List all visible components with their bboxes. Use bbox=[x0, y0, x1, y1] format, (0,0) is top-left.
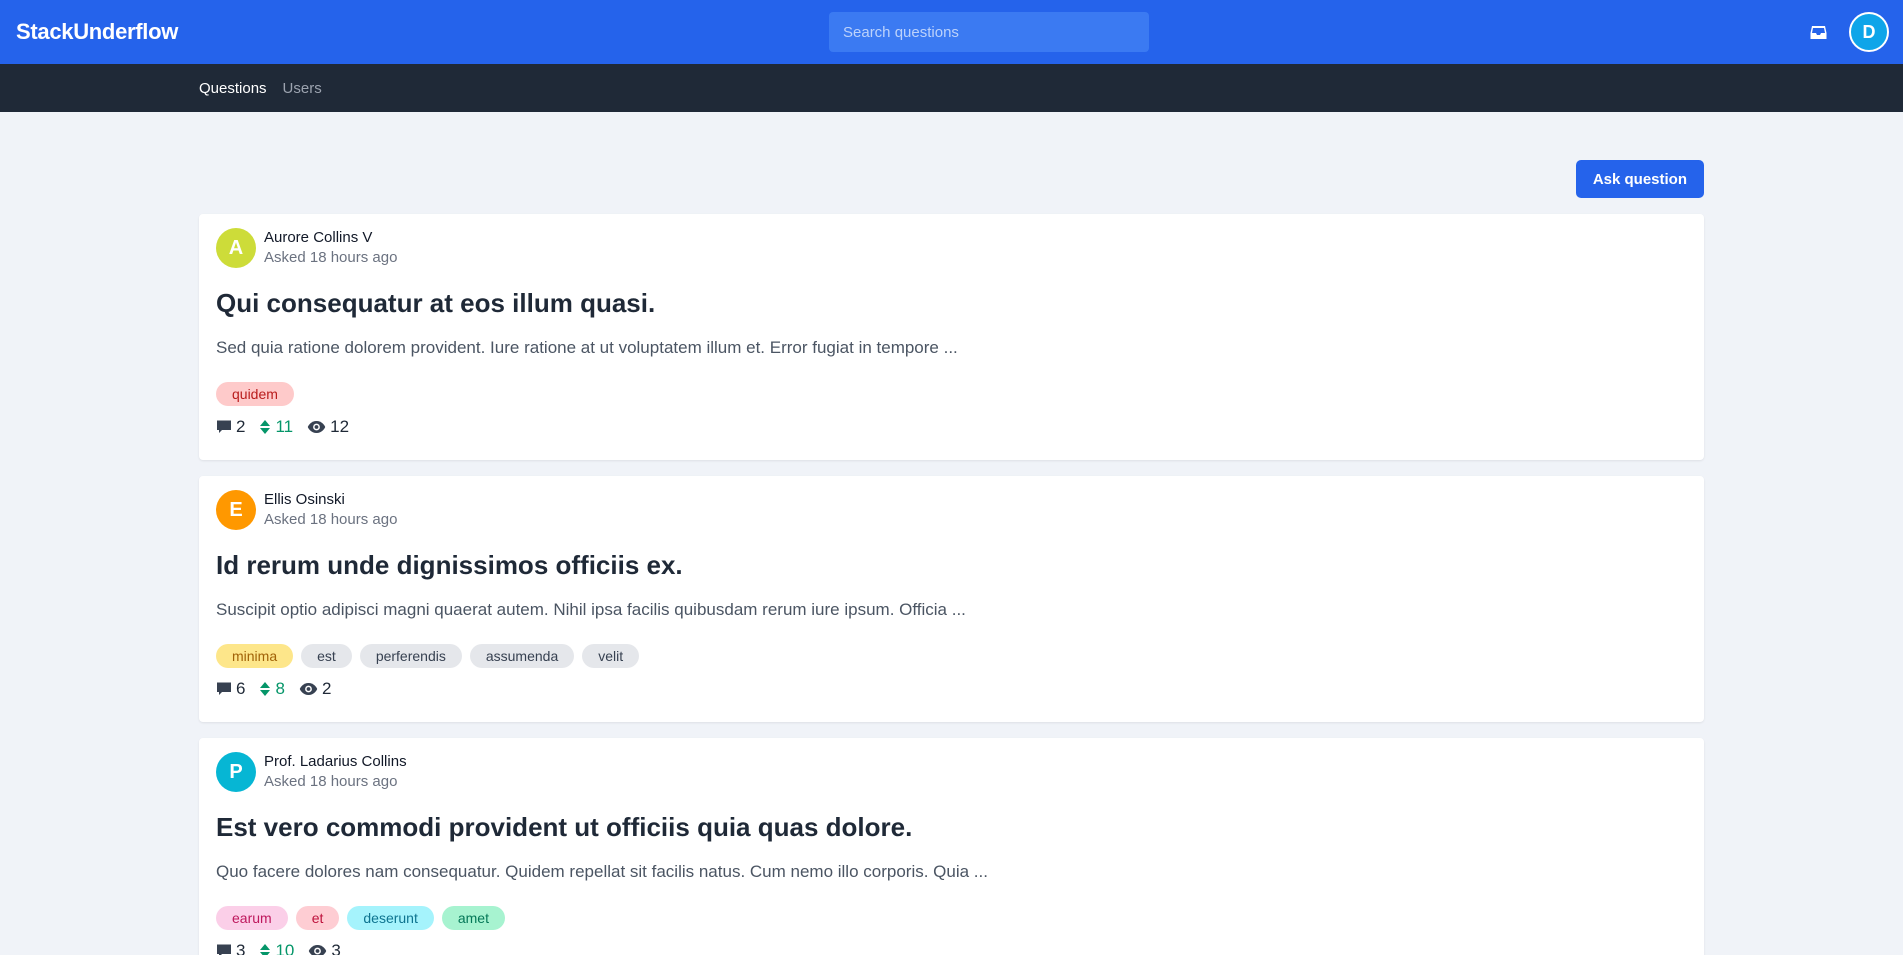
question-stats: 3 10 3 bbox=[216, 941, 1687, 955]
search-input[interactable] bbox=[829, 12, 1149, 52]
view-count: 2 bbox=[299, 679, 331, 699]
tag-minima[interactable]: minima bbox=[216, 644, 294, 668]
question-card: P Prof. Ladarius Collins Asked 18 hours … bbox=[199, 738, 1704, 955]
vote-count-value: 8 bbox=[275, 679, 285, 698]
vote-arrows-icon bbox=[260, 682, 271, 696]
question-stats: 2 11 12 bbox=[216, 417, 1687, 437]
view-count: 12 bbox=[307, 417, 349, 437]
tag-quidem[interactable]: quidem bbox=[216, 382, 294, 406]
brand-logo[interactable]: StackUnderflow bbox=[16, 19, 178, 45]
tag-deserunt[interactable]: deserunt bbox=[347, 906, 434, 930]
comment-icon bbox=[217, 682, 231, 695]
author-meta: Aurore Collins V Asked 18 hours ago bbox=[264, 228, 397, 268]
nav-item-users[interactable]: Users bbox=[283, 80, 322, 97]
vote-count: 11 bbox=[259, 417, 293, 437]
vote-count-value: 10 bbox=[275, 941, 295, 955]
author-row: E Ellis Osinski Asked 18 hours ago bbox=[216, 490, 1687, 530]
view-count: 3 bbox=[308, 941, 341, 955]
author-name[interactable]: Aurore Collins V bbox=[264, 228, 397, 248]
view-count-value: 2 bbox=[321, 679, 332, 698]
author-meta: Prof. Ladarius Collins Asked 18 hours ag… bbox=[264, 752, 407, 792]
vote-count: 10 bbox=[259, 941, 294, 955]
author-avatar[interactable]: E bbox=[216, 490, 256, 530]
ask-question-button[interactable]: Ask question bbox=[1575, 160, 1704, 198]
vote-arrows-icon bbox=[260, 944, 271, 955]
tag-list: minima est perferendis assumenda velit bbox=[216, 644, 1687, 668]
asked-time: Asked 18 hours ago bbox=[264, 773, 398, 790]
main-nav: Questions Users bbox=[0, 64, 1903, 112]
comment-count: 6 bbox=[216, 679, 245, 699]
vote-count-value: 11 bbox=[275, 417, 294, 436]
tag-earum[interactable]: earum bbox=[216, 906, 288, 930]
nav-item-questions[interactable]: Questions bbox=[199, 80, 267, 97]
tag-est[interactable]: est bbox=[301, 644, 352, 668]
user-avatar[interactable]: D bbox=[1849, 12, 1889, 52]
comment-count-value: 3 bbox=[236, 941, 246, 955]
question-stats: 6 8 2 bbox=[216, 679, 1687, 699]
comment-icon bbox=[217, 420, 231, 433]
tag-perferendis[interactable]: perferendis bbox=[359, 644, 462, 668]
tag-et[interactable]: et bbox=[295, 906, 340, 930]
author-avatar[interactable]: A bbox=[216, 228, 256, 268]
question-list-page: Ask question A Aurore Collins V Asked 18… bbox=[199, 112, 1704, 955]
eye-icon bbox=[299, 683, 318, 695]
tag-list: quidem bbox=[216, 382, 1687, 406]
tag-assumenda[interactable]: assumenda bbox=[469, 644, 575, 668]
view-count-value: 12 bbox=[330, 417, 350, 436]
author-name[interactable]: Ellis Osinski bbox=[264, 490, 397, 510]
tag-amet[interactable]: amet bbox=[441, 906, 505, 930]
vote-count: 8 bbox=[259, 679, 285, 699]
comment-count-value: 6 bbox=[236, 679, 246, 698]
question-excerpt: Suscipit optio adipisci magni quaerat au… bbox=[216, 600, 966, 619]
comment-count: 3 bbox=[216, 941, 245, 955]
asked-time: Asked 18 hours ago bbox=[264, 511, 398, 528]
view-count-value: 3 bbox=[331, 941, 341, 955]
question-list: A Aurore Collins V Asked 18 hours ago Qu… bbox=[199, 214, 1704, 955]
top-bar: StackUnderflow D bbox=[0, 0, 1903, 64]
author-avatar[interactable]: P bbox=[216, 752, 256, 792]
vote-arrows-icon bbox=[260, 420, 271, 434]
author-row: A Aurore Collins V Asked 18 hours ago bbox=[216, 228, 1687, 268]
comment-icon bbox=[217, 944, 231, 955]
author-meta: Ellis Osinski Asked 18 hours ago bbox=[264, 490, 397, 530]
question-title[interactable]: Qui consequatur at eos illum quasi. bbox=[216, 286, 1687, 320]
question-card: A Aurore Collins V Asked 18 hours ago Qu… bbox=[199, 214, 1704, 460]
tag-velit[interactable]: velit bbox=[582, 644, 640, 668]
comment-count-value: 2 bbox=[236, 417, 246, 436]
asked-time: Asked 18 hours ago bbox=[264, 249, 398, 266]
eye-icon bbox=[307, 421, 326, 433]
question-title[interactable]: Est vero commodi provident ut officiis q… bbox=[216, 810, 1687, 844]
author-row: P Prof. Ladarius Collins Asked 18 hours … bbox=[216, 752, 1687, 792]
inbox-icon[interactable] bbox=[1806, 20, 1830, 44]
question-excerpt: Quo facere dolores nam consequatur. Quid… bbox=[216, 862, 988, 881]
tag-list: earum et deserunt amet bbox=[216, 906, 1687, 930]
question-title[interactable]: Id rerum unde dignissimos officiis ex. bbox=[216, 548, 1687, 582]
author-name[interactable]: Prof. Ladarius Collins bbox=[264, 752, 407, 772]
eye-icon bbox=[309, 945, 327, 955]
question-excerpt: Sed quia ratione dolorem provident. Iure… bbox=[216, 338, 958, 357]
actions-bar: Ask question bbox=[199, 160, 1704, 198]
question-card: E Ellis Osinski Asked 18 hours ago Id re… bbox=[199, 476, 1704, 722]
comment-count: 2 bbox=[216, 417, 245, 437]
